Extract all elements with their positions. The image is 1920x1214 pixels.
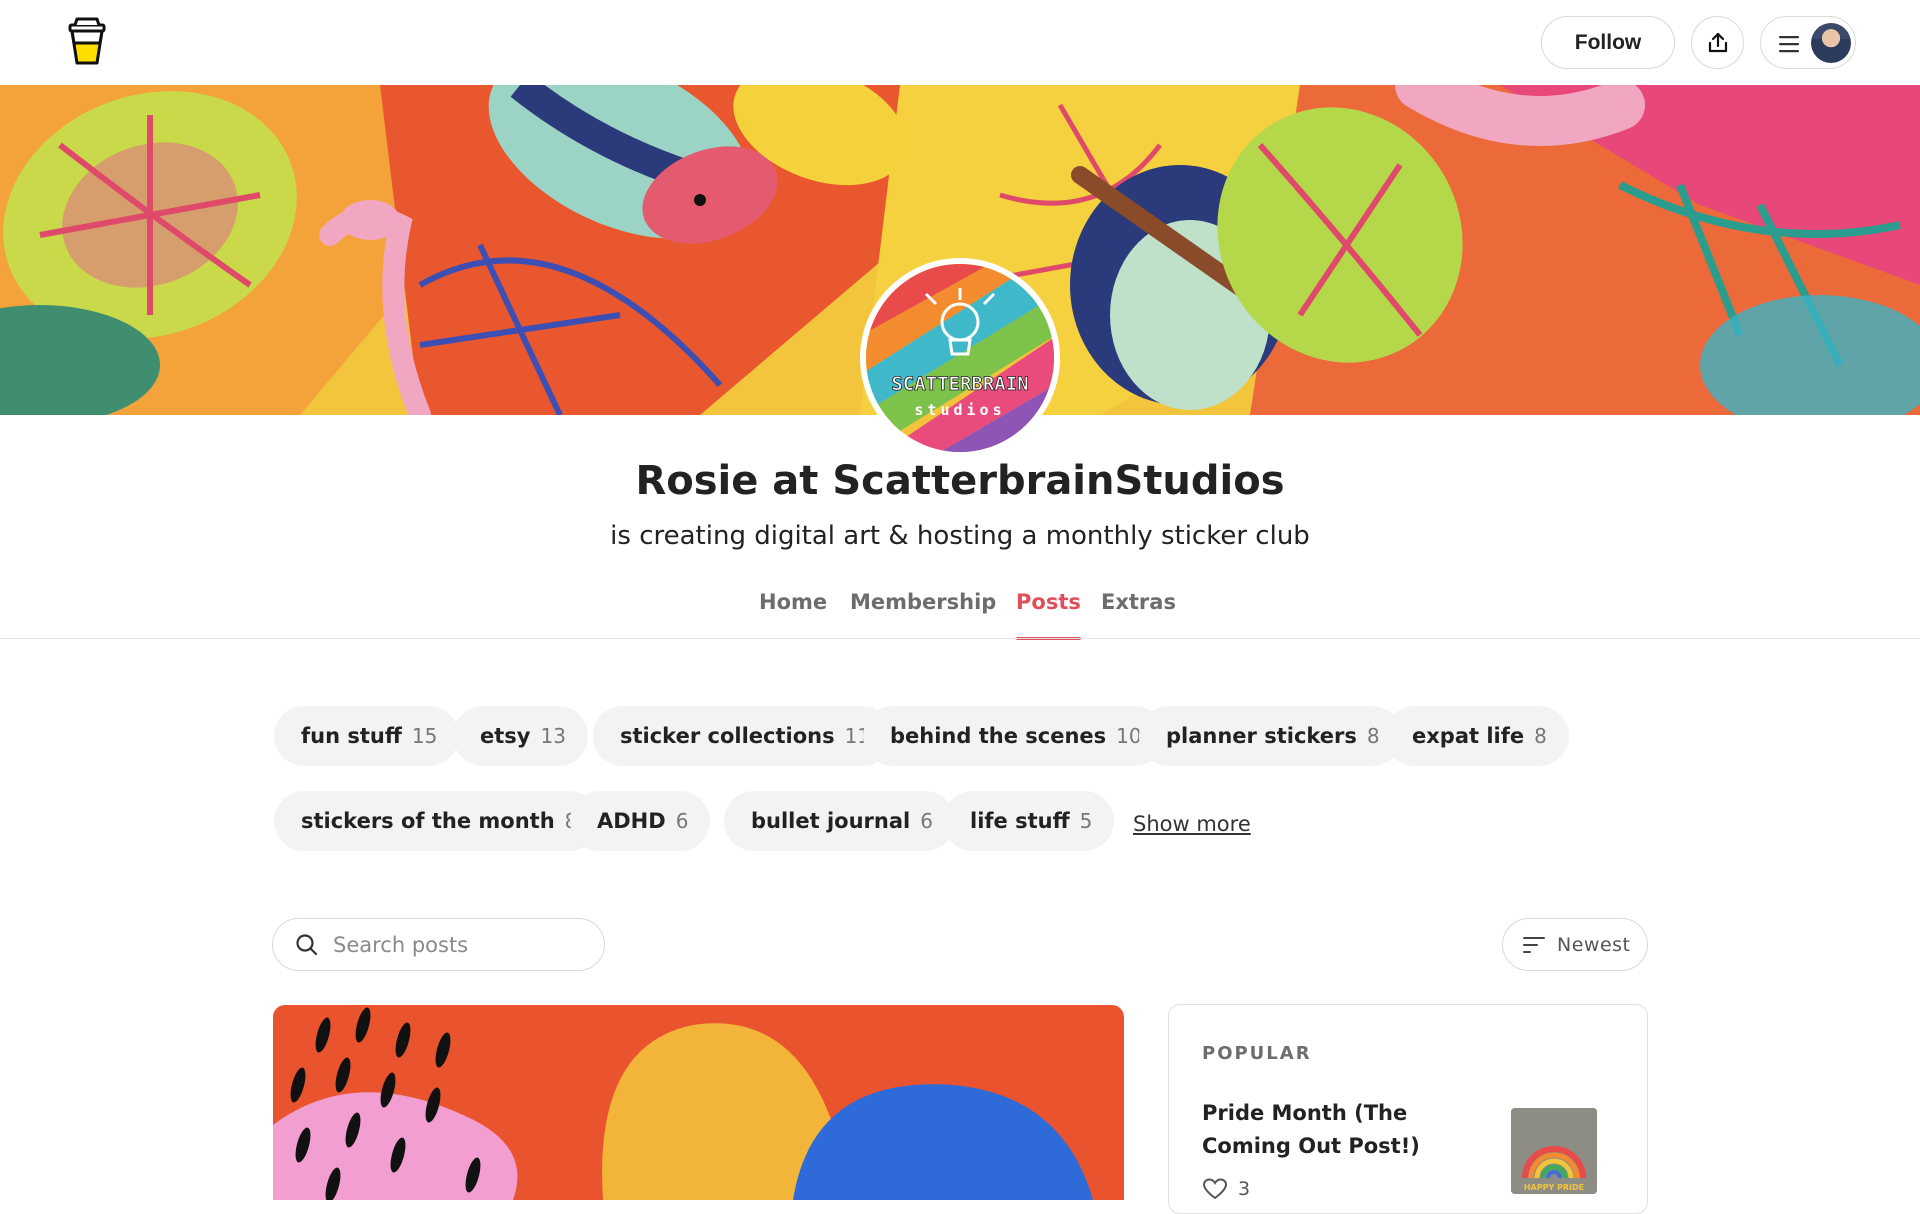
- tabs-divider: [0, 638, 1920, 639]
- show-more-link[interactable]: Show more: [1133, 812, 1251, 836]
- tag-chip-stickers-of-the-month[interactable]: stickers of the month8: [274, 791, 600, 851]
- tag-label: ADHD: [597, 809, 666, 833]
- tag-count: 5: [1079, 809, 1093, 833]
- tag-label: etsy: [480, 724, 531, 748]
- tag-label: planner stickers: [1166, 724, 1357, 748]
- share-button[interactable]: [1691, 16, 1744, 69]
- tag-chip-fun-stuff[interactable]: fun stuff 15: [274, 706, 460, 766]
- tab-membership[interactable]: Membership: [850, 590, 996, 640]
- top-navigation-bar: Follow: [0, 0, 1920, 85]
- tag-chip-expat-life[interactable]: expat life 8: [1385, 706, 1569, 766]
- popular-post-title[interactable]: Pride Month (The Coming Out Post!): [1202, 1097, 1482, 1163]
- tag-label: sticker collections: [620, 724, 835, 748]
- sort-label: Newest: [1557, 933, 1631, 956]
- tag-label: fun stuff: [301, 724, 402, 748]
- hamburger-menu-icon: [1779, 36, 1799, 53]
- popular-post-thumbnail[interactable]: HAPPY PRIDE: [1511, 1108, 1597, 1194]
- tag-label: expat life: [1412, 724, 1525, 748]
- tag-chip-sticker-collections[interactable]: sticker collections 11: [593, 706, 893, 766]
- tag-count: 8: [1534, 724, 1547, 748]
- tag-count: 6: [920, 809, 933, 833]
- tag-chip-planner-stickers[interactable]: planner stickers 8: [1139, 706, 1402, 766]
- tag-chip-bullet-journal[interactable]: bullet journal 6: [724, 791, 955, 851]
- tag-label: behind the scenes: [890, 724, 1107, 748]
- avatar-text-line1: SCATTERBRAIN: [891, 373, 1028, 395]
- tag-count: 6: [675, 809, 689, 833]
- sort-lines-icon: [1523, 936, 1545, 953]
- tag-chip-etsy[interactable]: etsy 13: [453, 706, 588, 766]
- popular-heading: POPULAR: [1202, 1043, 1312, 1064]
- tab-home[interactable]: Home: [759, 590, 827, 640]
- tag-count: 8: [1366, 724, 1380, 748]
- user-avatar: [1811, 23, 1851, 63]
- creator-name: Rosie at ScatterbrainStudios: [635, 458, 1285, 504]
- tag-count: 13: [540, 724, 566, 748]
- tag-chip-adhd[interactable]: ADHD 6: [570, 791, 711, 851]
- search-icon: [296, 933, 318, 955]
- search-input[interactable]: [333, 932, 583, 957]
- tag-count: 10: [1116, 724, 1142, 748]
- sort-button[interactable]: Newest: [1502, 918, 1648, 971]
- tag-chip-life-stuff[interactable]: life stuff 5: [943, 791, 1115, 851]
- creator-avatar[interactable]: SCATTERBRAIN studios: [860, 258, 1060, 458]
- tab-extras[interactable]: Extras: [1101, 590, 1176, 640]
- search-posts-box[interactable]: [272, 918, 605, 971]
- popular-posts-panel: POPULAR Pride Month (The Coming Out Post…: [1168, 1004, 1648, 1214]
- bmc-cup-logo-icon[interactable]: [68, 17, 106, 65]
- tag-label: stickers of the month: [301, 809, 555, 833]
- popular-post-likes[interactable]: 3: [1202, 1177, 1250, 1201]
- tag-label: life stuff: [970, 809, 1070, 833]
- follow-button[interactable]: Follow: [1541, 16, 1675, 69]
- tag-label: bullet journal: [751, 809, 911, 833]
- share-icon: [1708, 32, 1727, 52]
- avatar-text-line2: studios: [914, 401, 1005, 419]
- heart-icon: [1202, 1178, 1228, 1200]
- tag-count: 15: [411, 724, 438, 748]
- like-count: 3: [1238, 1178, 1251, 1200]
- profile-tabs: Home Membership Posts Extras: [0, 590, 1920, 640]
- account-menu-button[interactable]: [1760, 16, 1856, 69]
- creator-tagline: is creating digital art & hosting a mont…: [610, 521, 1310, 551]
- post-cover-image: [273, 1005, 1124, 1200]
- post-card-cover[interactable]: [273, 1005, 1124, 1200]
- thumbnail-text: HAPPY PRIDE: [1524, 1183, 1584, 1192]
- tag-chip-behind-the-scenes[interactable]: behind the scenes 10: [863, 706, 1164, 766]
- tab-posts[interactable]: Posts: [1016, 590, 1081, 640]
